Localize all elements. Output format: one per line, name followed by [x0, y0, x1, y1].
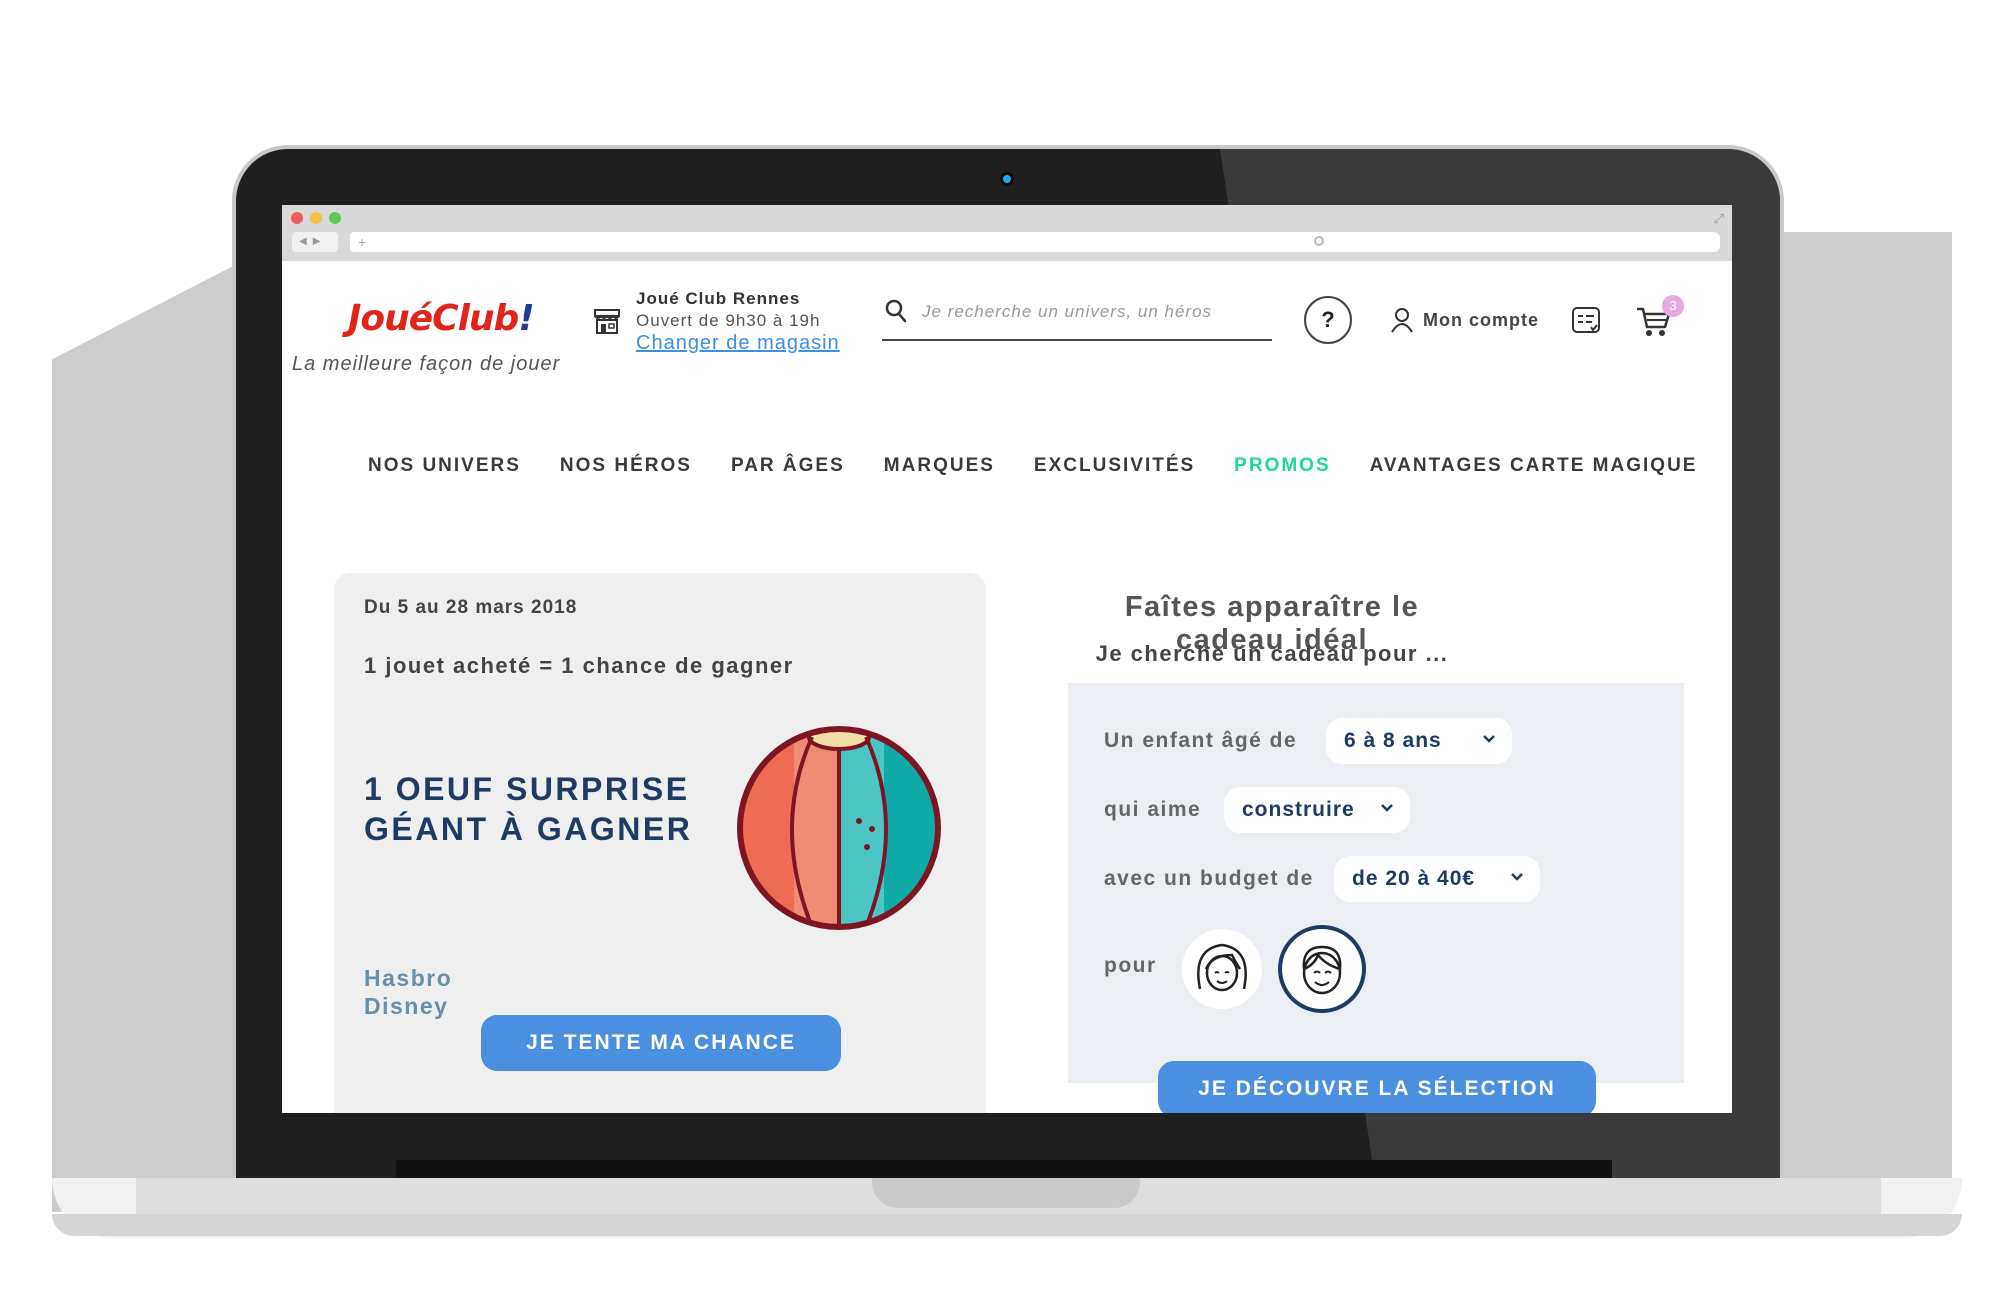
search-icon[interactable]	[885, 299, 907, 323]
chevron-down-icon	[1483, 735, 1495, 743]
promo-title: 1 OEUF SURPRISE GÉANT À GAGNER	[364, 771, 693, 847]
menu-item-exclusivites[interactable]: EXCLUSIVITÉS	[1034, 455, 1195, 477]
gift-finder-subtitle: Je cherche un cadeau pour ...	[1095, 641, 1449, 666]
age-select-value: 6 à 8 ans	[1344, 729, 1442, 752]
age-select[interactable]: 6 à 8 ans	[1326, 718, 1512, 764]
main-menu: NOS UNIVERS NOS HÉROS PAR ÂGES MARQUES E…	[368, 455, 1732, 477]
search-underline	[882, 339, 1272, 341]
chevron-down-icon	[1511, 873, 1523, 881]
menu-item-nos-univers[interactable]: NOS UNIVERS	[368, 455, 521, 477]
menu-item-par-ages[interactable]: PAR ÂGES	[731, 455, 845, 477]
search-input[interactable]	[922, 295, 1262, 329]
menu-item-promos[interactable]: PROMOS	[1234, 455, 1330, 477]
laptop-hinge	[396, 1160, 1612, 1180]
store-name: Joué Club Rennes	[636, 289, 801, 308]
logo-bang: !	[518, 298, 534, 339]
browser-chrome: ◀▶ + ⤢	[282, 205, 1732, 261]
budget-label: avec un budget de	[1104, 867, 1314, 890]
laptop-base-bottom	[52, 1214, 1962, 1236]
girl-face-icon	[1197, 943, 1247, 992]
webcam	[1000, 172, 1014, 186]
maximize-dot-icon[interactable]	[329, 212, 341, 224]
brand-disney[interactable]: Disney	[364, 993, 448, 1020]
laptop-mockup: ◀▶ + ⤢ JouéClub! La meilleure façon de j…	[0, 0, 2000, 1300]
gift-finder-panel: Un enfant âgé de 6 à 8 ans qui aime cons…	[1068, 683, 1684, 1083]
browser-search-icon	[1314, 236, 1324, 246]
likes-label: qui aime	[1104, 798, 1202, 821]
age-label: Un enfant âgé de	[1104, 729, 1298, 752]
promo-dates: Du 5 au 28 mars 2018	[364, 597, 578, 618]
menu-item-nos-heros[interactable]: NOS HÉROS	[560, 455, 692, 477]
chevron-down-icon	[1381, 804, 1393, 812]
fullscreen-icon[interactable]: ⤢	[1714, 211, 1724, 227]
wishlist-icon[interactable]	[1570, 305, 1602, 337]
brand-hasbro[interactable]: Hasbro	[364, 965, 452, 992]
likes-select-value: construire	[1242, 798, 1355, 821]
promo-card: Du 5 au 28 mars 2018 1 jouet acheté = 1 …	[334, 573, 986, 1113]
boy-option[interactable]	[1278, 925, 1366, 1013]
try-my-luck-button[interactable]: JE TENTE MA CHANCE	[481, 1015, 841, 1071]
promo-rule: 1 jouet acheté = 1 chance de gagner	[364, 653, 794, 678]
back-forward-icon[interactable]: ◀▶	[292, 232, 338, 252]
boy-face-icon	[1302, 945, 1342, 995]
website: JouéClub! La meilleure façon de jouer Jo…	[282, 261, 1732, 1113]
user-icon[interactable]	[1390, 307, 1414, 333]
budget-select[interactable]: de 20 à 40€	[1334, 856, 1540, 902]
store-icon	[594, 309, 620, 334]
menu-item-marques[interactable]: MARQUES	[884, 455, 995, 477]
store-hours: Ouvert de 9h30 à 19h	[636, 311, 821, 330]
account-link[interactable]: Mon compte	[1423, 310, 1539, 331]
discover-selection-button[interactable]: JE DÉCOUVRE LA SÉLECTION	[1158, 1061, 1596, 1113]
beach-ball-icon	[737, 726, 941, 930]
joueclub-logo[interactable]: JouéClub!	[348, 298, 535, 339]
screen: ◀▶ + ⤢ JouéClub! La meilleure façon de j…	[282, 205, 1732, 1113]
change-store-link[interactable]: Changer de magasin	[636, 332, 840, 355]
girl-option[interactable]	[1182, 929, 1262, 1009]
menu-item-avantages-carte-magique[interactable]: AVANTAGES CARTE MAGIQUE	[1370, 455, 1698, 477]
tagline: La meilleure façon de jouer	[292, 353, 561, 375]
browser-search-bar[interactable]	[1304, 232, 1720, 252]
close-dot-icon[interactable]	[291, 212, 303, 224]
logo-text: JouéClub	[348, 298, 519, 339]
minimize-dot-icon[interactable]	[310, 212, 322, 224]
cart-count-badge: 3	[1662, 295, 1684, 317]
laptop-notch	[872, 1178, 1140, 1208]
budget-select-value: de 20 à 40€	[1352, 867, 1476, 890]
likes-select[interactable]: construire	[1224, 787, 1410, 833]
help-button[interactable]: ?	[1304, 296, 1352, 344]
for-label: pour	[1104, 954, 1157, 977]
